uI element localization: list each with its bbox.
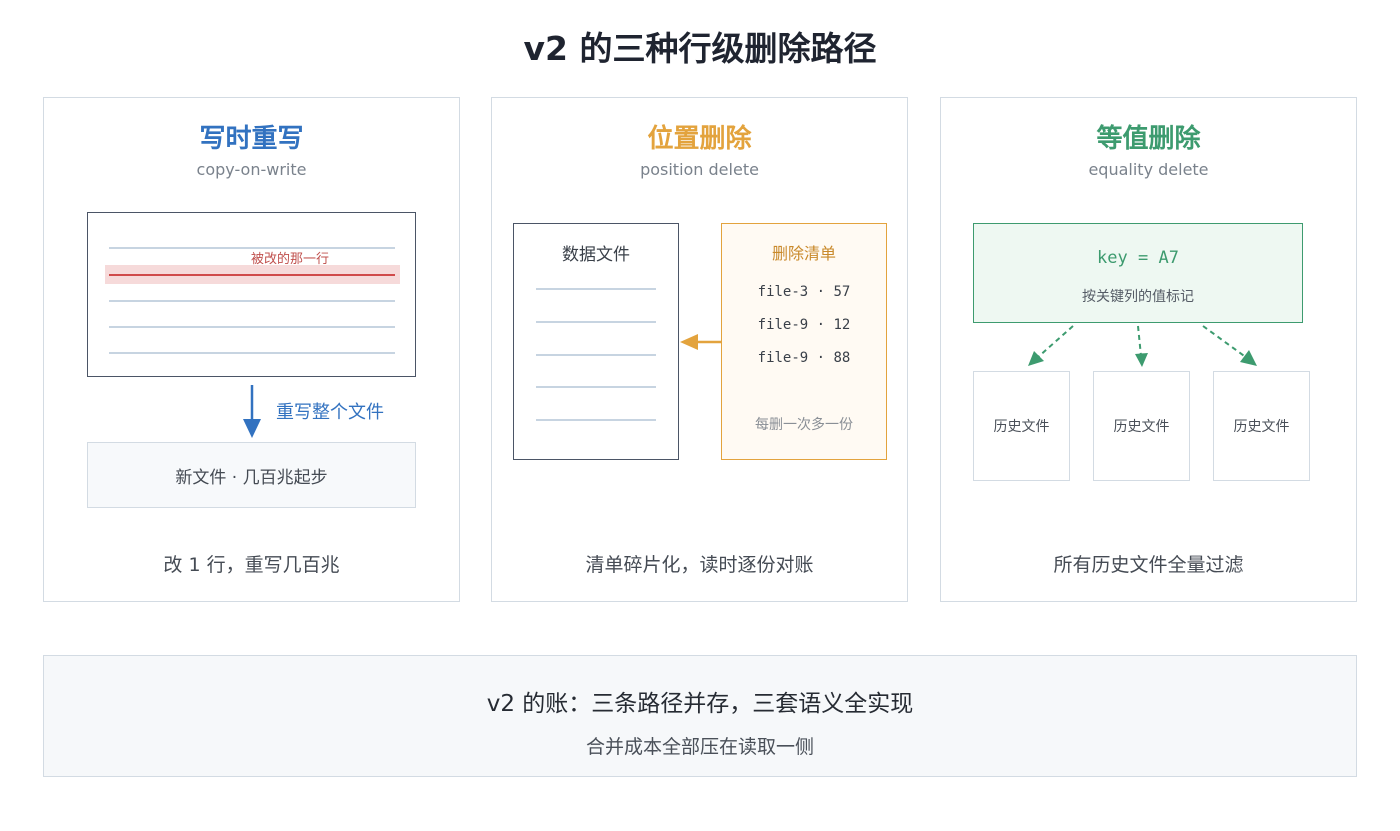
card-title: 写时重写 xyxy=(199,124,304,154)
row-line xyxy=(536,288,656,290)
summary-box: v2 的账：三条路径并存，三套语义全实现 合并成本全部压在读取一侧 xyxy=(43,655,1357,777)
delete-entry: file-9 · 88 xyxy=(757,350,851,366)
dashed-arrows-icon xyxy=(1028,325,1257,367)
key-note: 按关键列的值标记 xyxy=(1082,289,1194,305)
summary-sub: 合并成本全部压在读取一侧 xyxy=(585,736,814,758)
data-file-box: 数据文件 xyxy=(513,223,679,460)
card-copy-on-write: 写时重写 copy-on-write 被改的那一行 重写整个文件 新文件 · 几… xyxy=(43,97,460,602)
card-equality-delete: 等值删除 equality delete key = A7 按关键列的值标记 历… xyxy=(940,97,1357,602)
card-subtitle: copy-on-write xyxy=(196,160,307,179)
equality-key-box: key = A7 按关键列的值标记 xyxy=(973,223,1303,323)
delete-list-note: 每删一次多一份 xyxy=(755,417,853,433)
delete-list-box: 删除清单 file-3 · 57 file-9 · 12 file-9 · 88… xyxy=(721,223,887,460)
delete-entry: file-3 · 57 xyxy=(757,284,851,300)
row-line xyxy=(109,352,395,354)
row-line xyxy=(109,326,395,328)
row-line xyxy=(536,419,656,421)
card-caption: 改 1 行，重写几百兆 xyxy=(163,554,340,576)
row-line xyxy=(536,321,656,323)
summary-main: v2 的账：三条路径并存，三套语义全实现 xyxy=(486,691,914,717)
row-line xyxy=(109,300,395,302)
history-file-box: 历史文件 xyxy=(973,371,1070,481)
data-file-label: 数据文件 xyxy=(562,245,630,265)
row-line xyxy=(536,386,656,388)
new-file-box: 新文件 · 几百兆起步 xyxy=(87,442,416,508)
history-file-box: 历史文件 xyxy=(1093,371,1190,481)
card-subtitle: position delete xyxy=(640,160,759,179)
row-line xyxy=(536,354,656,356)
down-arrow-icon xyxy=(243,385,261,438)
key-value: key = A7 xyxy=(1097,248,1179,268)
changed-row-label: 被改的那一行 xyxy=(251,252,330,267)
card-title: 位置删除 xyxy=(647,124,752,154)
card-caption: 所有历史文件全量过滤 xyxy=(1053,554,1244,576)
delete-entry: file-9 · 12 xyxy=(757,317,851,333)
page-title: v2 的三种行级删除路径 xyxy=(523,29,877,68)
history-file-box: 历史文件 xyxy=(1213,371,1310,481)
left-arrow-icon xyxy=(680,334,721,350)
delete-list-title: 删除清单 xyxy=(771,244,836,263)
data-file-diagram: 被改的那一行 xyxy=(87,212,416,377)
card-position-delete: 位置删除 position delete 数据文件 删除清单 file-3 · … xyxy=(491,97,908,602)
card-subtitle: equality delete xyxy=(1088,160,1209,179)
card-title: 等值删除 xyxy=(1096,124,1201,154)
changed-row-line xyxy=(109,274,395,276)
rewrite-label: 重写整个文件 xyxy=(276,402,384,423)
card-caption: 清单碎片化，读时逐份对账 xyxy=(585,554,814,576)
